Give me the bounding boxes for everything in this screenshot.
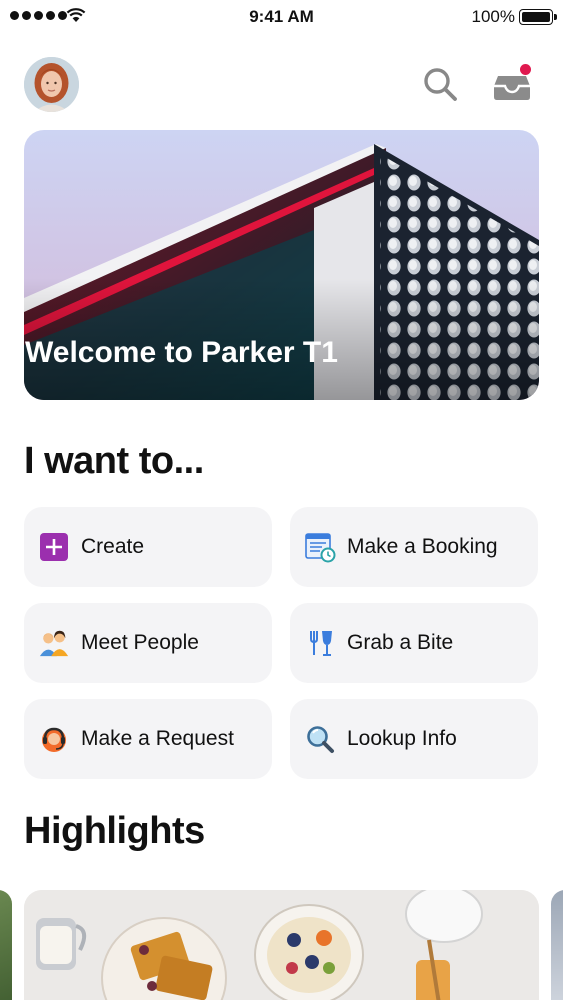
fork-glass-icon xyxy=(304,627,336,659)
action-label: Make a Booking xyxy=(347,535,498,558)
people-icon xyxy=(38,627,70,659)
action-grab-bite[interactable]: Grab a Bite xyxy=(290,603,538,683)
status-bar: 9:41 AM 100% xyxy=(0,0,563,34)
action-label: Grab a Bite xyxy=(347,631,454,654)
search-button[interactable] xyxy=(420,64,460,104)
search-icon xyxy=(424,68,457,101)
battery-icon xyxy=(519,9,557,25)
calendar-clock-icon xyxy=(304,531,336,563)
user-avatar[interactable] xyxy=(24,57,79,112)
food-photo xyxy=(24,890,539,1000)
highlight-card[interactable] xyxy=(24,890,539,1000)
action-make-booking[interactable]: Make a Booking xyxy=(290,507,538,587)
action-label: Create xyxy=(81,535,145,558)
section-title-want-to: I want to... xyxy=(24,440,204,482)
headset-icon xyxy=(38,723,70,755)
highlight-card-next[interactable] xyxy=(551,890,563,1000)
hero-title: Welcome to Parker T1 xyxy=(25,336,338,369)
plus-square-icon xyxy=(38,531,70,563)
magnifier-icon xyxy=(304,723,336,755)
battery-percentage: 100% xyxy=(471,7,515,26)
action-create[interactable]: Create xyxy=(24,507,272,587)
notification-badge xyxy=(520,64,531,75)
highlight-card-previous[interactable] xyxy=(0,890,12,1000)
action-label: Lookup Info xyxy=(347,727,457,750)
section-title-highlights: Highlights xyxy=(24,810,205,852)
action-label: Meet People xyxy=(81,631,199,654)
action-lookup-info[interactable]: Lookup Info xyxy=(290,699,538,779)
action-label: Make a Request xyxy=(81,727,234,750)
action-meet-people[interactable]: Meet People xyxy=(24,603,272,683)
action-make-request[interactable]: Make a Request xyxy=(24,699,272,779)
